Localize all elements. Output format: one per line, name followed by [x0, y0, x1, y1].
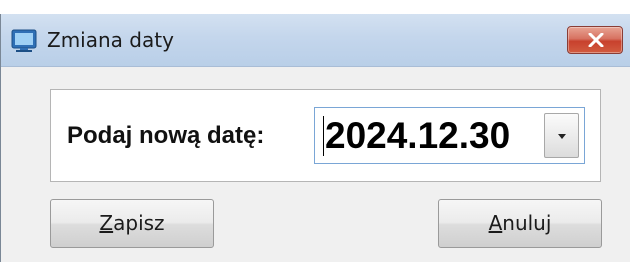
title-bar[interactable]: Zmiana daty [1, 14, 630, 67]
app-window-icon [11, 29, 37, 53]
new-date-label: Podaj nową datę: [67, 122, 265, 149]
dialog-window: Zmiana daty Podaj nową datę: 2024.12.30 … [0, 14, 630, 262]
save-label-rest: apisz [113, 211, 165, 235]
chevron-down-icon [558, 134, 566, 139]
cancel-mnemonic: A [488, 211, 503, 235]
cancel-label-rest: nuluj [502, 211, 552, 235]
close-icon [588, 33, 604, 47]
close-button[interactable] [567, 26, 623, 54]
date-group-box: Podaj nową datę: 2024.12.30 [50, 89, 601, 182]
save-mnemonic: Z [99, 211, 114, 235]
save-button[interactable]: Zapisz [50, 199, 214, 248]
date-dropdown-button[interactable] [544, 113, 579, 158]
cancel-button[interactable]: Anuluj [438, 199, 602, 248]
text-caret [323, 116, 324, 156]
date-input[interactable]: 2024.12.30 [325, 114, 510, 158]
date-picker[interactable]: 2024.12.30 [314, 107, 585, 164]
window-title: Zmiana daty [47, 28, 174, 52]
